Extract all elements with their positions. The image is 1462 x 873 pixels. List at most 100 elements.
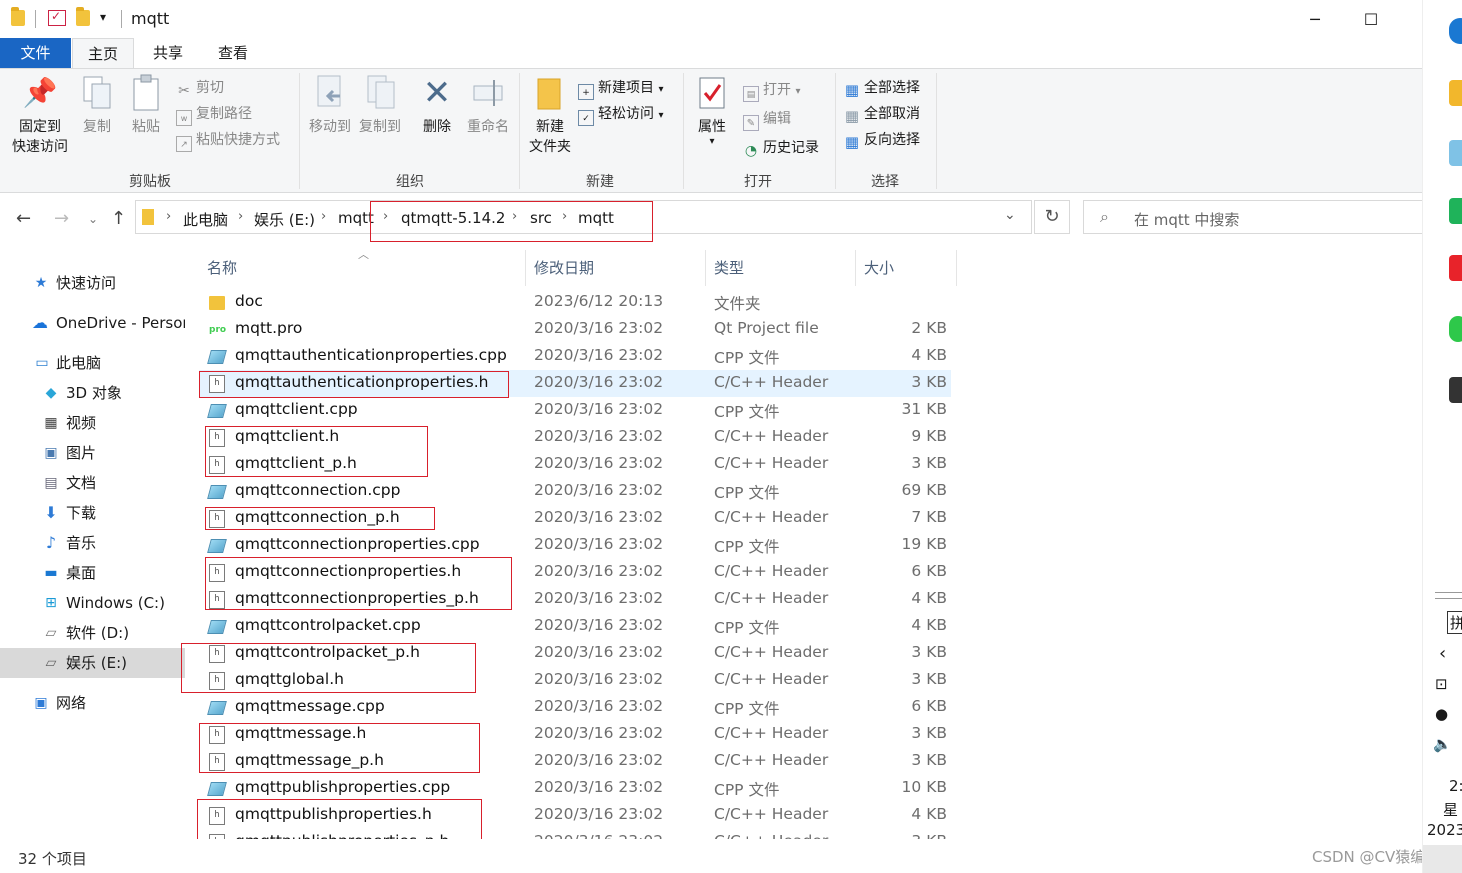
select-none-button[interactable]: ▦ 全部取消 [844,102,920,126]
file-row[interactable]: h qmqttmessage.h 2020/3/16 23:02 C/C++ Head… [199,721,951,748]
chevron-right-icon[interactable]: › [238,209,243,224]
file-row[interactable]: h qmqttconnectionproperties.h 2020/3/16 23… [199,559,951,586]
cut-button[interactable]: ✂ 剪切 [176,76,224,100]
chevron-right-icon[interactable]: › [321,209,326,224]
recent-locations-chevron-icon[interactable]: ⌄ [88,212,98,226]
ime-indicator[interactable]: 拼 [1447,611,1462,634]
column-header-type[interactable]: 类型 [706,250,856,286]
file-row[interactable]: qmqttconnection.cpp 2020/3/16 23:02 CPP 文件… [199,478,951,505]
file-row[interactable]: pro mqtt.pro 2020/3/16 23:02 Qt Project fil… [199,316,951,343]
app-icon[interactable] [1449,140,1462,166]
file-row[interactable]: h qmqttauthenticationproperties.h 2020/3/1… [199,370,951,397]
rename-button[interactable]: 重命名 [463,75,513,137]
chevron-down-icon[interactable]: ▾ [100,10,106,24]
new-folder-icon[interactable] [76,7,90,26]
column-header-size[interactable]: 大小 [856,250,957,286]
file-row[interactable]: h qmqttconnectionproperties_p.h 2020/3/16 … [199,586,951,613]
properties-check-icon[interactable]: ✓ [48,9,66,26]
file-row[interactable]: h qmqttcontrolpacket_p.h 2020/3/16 23:02 C/… [199,640,951,667]
breadcrumb-qtmqtt[interactable]: qtmqtt-5.14.2 [401,209,505,227]
sidebar-item-desktop[interactable]: ▬ 桌面 [0,558,185,588]
breadcrumb-drive-e[interactable]: 娱乐 (E:) [254,209,315,230]
file-row[interactable]: h qmqttglobal.h 2020/3/16 23:02 C/C++ Heade… [199,667,951,694]
chevron-left-icon[interactable]: ‹ [1439,643,1446,664]
sidebar-item-drive-e[interactable]: ▱ 娱乐 (E:) [0,648,185,678]
copy-button[interactable]: 复制 [76,75,118,137]
up-arrow-icon[interactable]: ↑ [111,208,126,229]
maximize-button[interactable]: ☐ [1348,0,1394,38]
tab-home[interactable]: 主页 [72,38,134,68]
open-button[interactable]: ▤ 打开 ▾ [743,78,800,102]
sidebar-item-downloads[interactable]: ⬇ 下载 [0,498,185,528]
breadcrumb-src[interactable]: src [530,209,552,227]
select-all-button[interactable]: ▦ 全部选择 [844,76,920,100]
minimize-button[interactable]: ─ [1292,0,1338,38]
invert-selection-button[interactable]: ▦ 反向选择 [844,128,920,152]
sidebar-item-onedrive[interactable]: ☁ OneDrive - Personal [0,308,185,338]
sidebar-item-drive-d[interactable]: ▱ 软件 (D:) [0,618,185,648]
address-dropdown-chevron-icon[interactable]: ⌄ [1004,207,1016,223]
column-header-name[interactable]: 名称 [199,250,526,286]
sidebar-item-this-pc[interactable]: ▭ 此电脑 [0,348,185,378]
sidebar-item-drive-c[interactable]: ⊞ Windows (C:) [0,588,185,618]
breadcrumb-mqtt-current[interactable]: mqtt [578,209,614,227]
sidebar-item-pictures[interactable]: ▣ 图片 [0,438,185,468]
file-row[interactable]: h qmqttmessage_p.h 2020/3/16 23:02 C/C++ He… [199,748,951,775]
tab-file[interactable]: 文件 [0,38,71,68]
qq-icon[interactable]: ● [1435,705,1448,723]
paste-button[interactable]: 粘贴 [124,74,168,137]
paste-shortcut-button[interactable]: ↗ 粘贴快捷方式 [176,128,280,152]
file-row[interactable]: hqmqttpublishproperties_p.h2020/3/16 23:… [199,829,951,839]
breadcrumb-this-pc[interactable]: 此电脑 [183,209,228,230]
easy-access-button[interactable]: ✓ 轻松访问 ▾ [578,102,663,126]
file-row[interactable]: qmqttclient.cpp 2020/3/16 23:02 CPP 文件 31 K… [199,397,951,424]
chevron-right-icon[interactable]: › [562,209,567,224]
search-input[interactable]: ⌕ 在 mqtt 中搜索 [1083,200,1423,234]
forward-arrow-icon[interactable]: → [54,208,69,229]
file-row[interactable]: qmqttconnectionproperties.cpp 2020/3/16 2… [199,532,951,559]
sidebar-item-quick-access[interactable]: ★ 快速访问 [0,268,185,298]
tab-view[interactable]: 查看 [200,38,266,68]
app-icon[interactable] [1449,18,1462,44]
properties-button[interactable]: 属性 ▾ [690,75,734,147]
sidebar-item-videos[interactable]: ▦ 视频 [0,408,185,438]
copy-to-button[interactable]: 复制到 [355,75,405,137]
file-row[interactable]: h qmqttclient.h 2020/3/16 23:02 C/C++ Heade… [199,424,951,451]
file-row[interactable]: qmqttpublishproperties.cpp 2020/3/16 23:0… [199,775,951,802]
file-row[interactable]: qmqttauthenticationproperties.cpp 2020/3/… [199,343,951,370]
move-to-button[interactable]: 移动到 [305,75,355,137]
back-arrow-icon[interactable]: ← [16,208,31,229]
sidebar-item-3d-objects[interactable]: ◆ 3D 对象 [0,378,185,408]
chat-icon[interactable] [1449,316,1462,342]
network-icon[interactable]: ⊡ [1435,675,1448,693]
sidebar-item-music[interactable]: ♪ 音乐 [0,528,185,558]
chevron-right-icon[interactable]: › [512,209,517,224]
sidebar-item-documents[interactable]: ▤ 文档 [0,468,185,498]
tab-share[interactable]: 共享 [136,38,200,68]
file-row[interactable]: qmqttmessage.cpp 2020/3/16 23:02 CPP 文件 6 K… [199,694,951,721]
breadcrumb-mqtt[interactable]: mqtt [338,209,374,227]
folder-icon[interactable] [1449,80,1462,106]
copy-path-button[interactable]: w 复制路径 [176,102,252,126]
column-header-date[interactable]: 修改日期 [526,250,706,286]
edit-button[interactable]: ✎ 编辑 [743,107,791,131]
address-bar[interactable]: › 此电脑 › 娱乐 (E:) › mqtt › qtmqtt-5.14.2 ›… [135,200,1032,234]
volume-icon[interactable]: 🔈 [1433,735,1452,753]
notification-area[interactable] [1423,845,1462,873]
pin-to-quick-access-button[interactable]: 📌 固定到 快速访问 [6,75,74,157]
new-folder-button[interactable]: 新建 文件夹 [524,75,576,157]
refresh-button[interactable]: ↻ [1034,200,1070,234]
app-icon[interactable] [1449,377,1462,403]
new-item-button[interactable]: + 新建项目 ▾ [578,76,663,100]
file-row[interactable]: qmqttcontrolpacket.cpp 2020/3/16 23:02 CPP… [199,613,951,640]
file-row[interactable]: doc 2023/6/12 20:13 文件夹 [199,289,951,316]
file-row[interactable]: h qmqttconnection_p.h 2020/3/16 23:02 C/C++… [199,505,951,532]
app-icon[interactable] [1449,198,1462,224]
sidebar-item-network[interactable]: ▣ 网络 [0,688,185,718]
history-button[interactable]: ◔ 历史记录 [743,136,819,160]
file-row[interactable]: h qmqttclient_p.h 2020/3/16 23:02 C/C++ Hea… [199,451,951,478]
app-icon[interactable] [1449,255,1462,281]
file-row[interactable]: h qmqttpublishproperties.h 2020/3/16 23:02… [199,802,951,829]
chevron-right-icon[interactable]: › [383,209,388,224]
chevron-right-icon[interactable]: › [166,209,171,224]
